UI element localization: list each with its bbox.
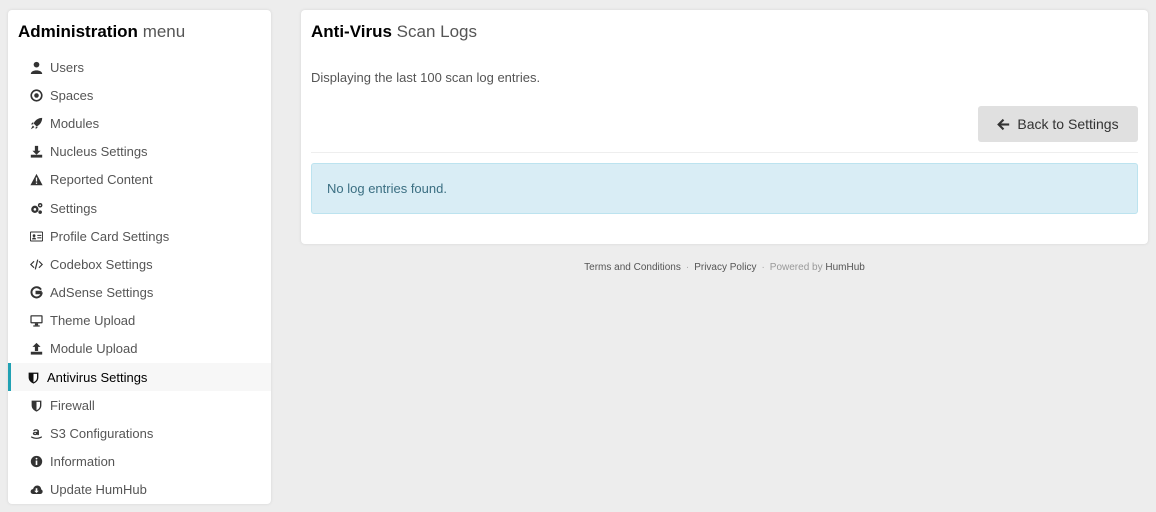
terms-link[interactable]: Terms and Conditions: [584, 262, 681, 273]
download-icon: [28, 144, 44, 160]
sidebar-item-firewall[interactable]: Firewall: [8, 391, 271, 419]
sidebar-item-label: Profile Card Settings: [50, 228, 170, 244]
sidebar-item-label: Nucleus Settings: [50, 144, 148, 160]
sidebar-item-information[interactable]: Information: [8, 448, 271, 476]
page-title-bold: Anti-Virus: [311, 22, 392, 41]
sidebar-item-update-humhub[interactable]: Update HumHub: [8, 476, 271, 504]
user-icon: [28, 59, 44, 75]
sidebar-item-theme-upload[interactable]: Theme Upload: [8, 307, 271, 335]
sidebar-item-label: AdSense Settings: [50, 285, 154, 301]
sidebar-item-label: Module Upload: [50, 341, 138, 357]
sidebar-item-label: Codebox Settings: [50, 256, 153, 272]
dot-circle-icon: [28, 87, 44, 103]
admin-nav: Users Spaces Modules Nucleus Settings Re…: [8, 53, 271, 504]
info-circle-icon: [28, 454, 44, 470]
back-to-settings-button[interactable]: Back to Settings: [978, 106, 1138, 142]
sidebar-item-s3-configurations[interactable]: S3 Configurations: [8, 419, 271, 447]
sidebar-item-users[interactable]: Users: [8, 53, 271, 81]
sidebar-item-module-upload[interactable]: Module Upload: [8, 335, 271, 363]
humhub-link[interactable]: HumHub: [825, 262, 864, 273]
admin-sidebar: Administration menu Users Spaces Modules: [8, 10, 271, 504]
sidebar-item-label: S3 Configurations: [50, 426, 154, 442]
back-to-settings-label: Back to Settings: [1017, 116, 1119, 132]
sidebar-item-label: Theme Upload: [50, 313, 136, 329]
sidebar-title-light: menu: [142, 22, 186, 41]
sidebar-title: Administration menu: [18, 22, 185, 42]
sidebar-item-codebox-settings[interactable]: Codebox Settings: [8, 250, 271, 278]
sidebar-item-antivirus-settings[interactable]: Antivirus Settings: [8, 363, 271, 392]
sidebar-item-label: Firewall: [50, 397, 95, 413]
panel-description: Displaying the last 100 scan log entries…: [311, 70, 541, 85]
amazon-icon: [28, 426, 44, 442]
warning-icon: [28, 172, 44, 188]
sidebar-item-reported-content[interactable]: Reported Content: [8, 166, 271, 194]
page-title: Anti-Virus Scan Logs: [311, 22, 477, 42]
sidebar-item-profile-card-settings[interactable]: Profile Card Settings: [8, 222, 271, 250]
sidebar-item-label: Modules: [50, 115, 100, 131]
scan-logs-panel: Anti-Virus Scan Logs Displaying the last…: [301, 10, 1148, 244]
no-entries-alert: No log entries found.: [311, 163, 1138, 214]
footer-separator: ·: [685, 262, 690, 273]
id-card-icon: [28, 228, 44, 244]
powered-by-text: Powered by: [769, 262, 823, 273]
sidebar-item-spaces[interactable]: Spaces: [8, 81, 271, 109]
footer-separator: ·: [761, 262, 765, 273]
sidebar-item-label: Settings: [50, 200, 97, 216]
gears-icon: [28, 200, 44, 216]
sidebar-item-label: Antivirus Settings: [47, 369, 148, 385]
footer: Terms and Conditions · Privacy Policy · Powe…: [301, 262, 1148, 273]
sidebar-item-label: Users: [50, 59, 84, 75]
sidebar-item-adsense-settings[interactable]: AdSense Settings: [8, 279, 271, 307]
google-icon: [28, 285, 44, 301]
sidebar-item-settings[interactable]: Settings: [8, 194, 271, 222]
sidebar-item-label: Spaces: [50, 87, 94, 103]
rocket-icon: [28, 115, 44, 131]
sidebar-item-nucleus-settings[interactable]: Nucleus Settings: [8, 138, 271, 166]
page-title-light: Scan Logs: [396, 22, 477, 41]
code-icon: [28, 256, 44, 272]
sidebar-item-modules[interactable]: Modules: [8, 109, 271, 137]
shield-icon: [25, 369, 41, 385]
upload-icon: [28, 341, 44, 357]
cloud-download-icon: [28, 482, 44, 498]
sidebar-title-bold: Administration: [18, 22, 138, 41]
arrow-left-icon: [997, 118, 1010, 131]
divider: [311, 152, 1138, 153]
shield-icon: [28, 397, 44, 413]
sidebar-item-label: Information: [50, 454, 116, 470]
desktop-icon: [28, 313, 44, 329]
sidebar-item-label: Reported Content: [50, 172, 153, 188]
privacy-link[interactable]: Privacy Policy: [694, 262, 756, 273]
sidebar-item-label: Update HumHub: [50, 482, 147, 498]
